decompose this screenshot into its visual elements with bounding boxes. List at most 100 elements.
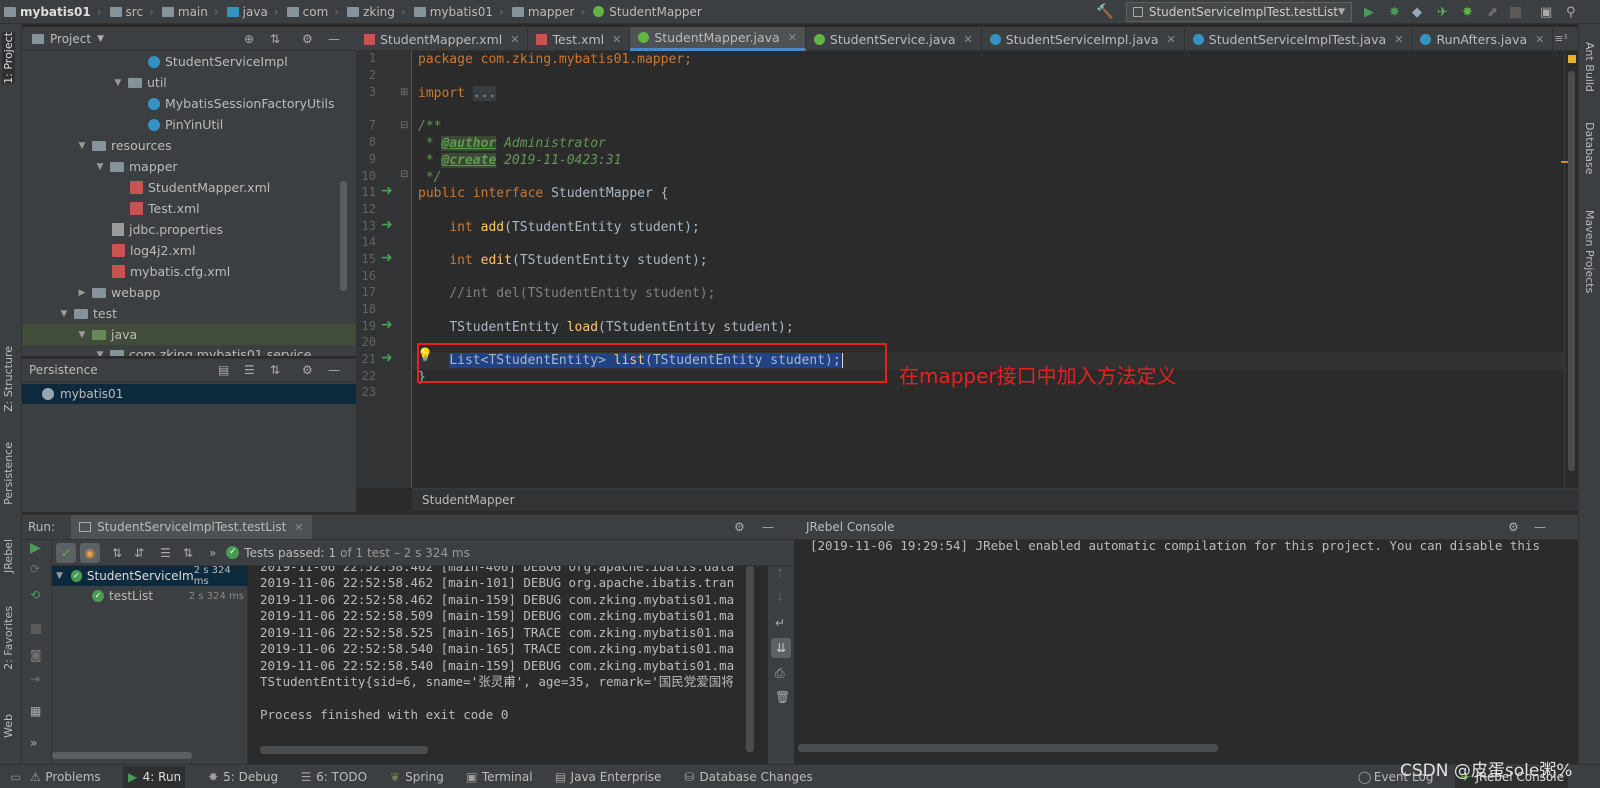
close-icon[interactable]: ✕ (788, 31, 797, 44)
stop-icon[interactable] (1510, 7, 1521, 18)
project-tool-button[interactable]: 1: Project (2, 32, 15, 84)
scrollbar[interactable] (340, 181, 347, 291)
close-icon[interactable]: ✕ (1535, 33, 1544, 46)
arrow-down-icon[interactable]: ↓ (775, 590, 785, 604)
implemented-arrow-icon[interactable]: ➜ (381, 217, 393, 233)
tab-studentmapper-java[interactable]: StudentMapper.java ✕ (630, 27, 806, 51)
close-icon[interactable]: ✕ (963, 33, 972, 46)
exit-icon[interactable]: ⇥ (30, 672, 40, 686)
tree-item[interactable]: ▼ test (58, 303, 117, 324)
jrebel-run-icon[interactable]: ✈ (1437, 5, 1451, 20)
arrow-up-icon[interactable]: ↑ (775, 566, 785, 580)
list-item[interactable]: mybatis01 (22, 384, 356, 404)
chevron-down-icon[interactable]: ▼ (58, 309, 70, 319)
breadcrumb-main[interactable]: main › (158, 5, 223, 19)
more-icon[interactable]: » (209, 546, 216, 560)
spring-tool-button[interactable]: ❦ Spring (389, 770, 444, 784)
fold-icon[interactable]: ⊞ (400, 87, 408, 98)
tree-item[interactable]: jdbc.properties (112, 219, 223, 240)
debug-icon[interactable]: ✸ (1389, 5, 1403, 20)
sort-duration-icon[interactable]: ⇵ (134, 546, 144, 560)
structure-tool-button[interactable]: Z: Structure (2, 346, 15, 412)
editor-scrollbar[interactable] (1561, 51, 1578, 488)
hide-icon[interactable]: — (762, 520, 774, 534)
coverage-icon[interactable]: ◆ (1412, 5, 1426, 20)
run-tool-button[interactable]: ▶ 4: Run (122, 765, 186, 788)
scrollbar[interactable] (260, 746, 428, 754)
breadcrumb-mybatis01[interactable]: mybatis01 › (410, 5, 508, 19)
tree-item[interactable]: PinYinUtil (148, 114, 223, 135)
breadcrumb-java[interactable]: java › (223, 5, 283, 19)
chevron-down-icon[interactable]: ▼ (112, 78, 124, 88)
toggle-autotest-icon[interactable]: ⟲ (30, 588, 40, 602)
attach-icon[interactable]: ⬈ (1487, 5, 1501, 20)
gear-icon[interactable]: ⚙ (302, 32, 313, 46)
diagram-icon[interactable]: ▤ (218, 363, 229, 377)
tab-studentmapper-xml[interactable]: StudentMapper.xml ✕ (356, 27, 529, 51)
run-tab[interactable]: StudentServiceImplTest.testList ✕ (71, 515, 312, 539)
jrebel-tool-button[interactable]: JRebel (2, 539, 15, 573)
rerun-icon[interactable]: ▶ (30, 540, 41, 556)
terminal-tool-button[interactable]: ▣ Terminal (466, 770, 532, 784)
chevron-down-icon[interactable]: ▼ (56, 571, 67, 581)
tree-item[interactable]: MybatisSessionFactoryUtils (148, 93, 335, 114)
breadcrumb-project[interactable]: mybatis01 › (0, 5, 106, 19)
tree-item[interactable]: ▼ resources (76, 135, 172, 156)
implemented-arrow-icon[interactable]: ➜ (381, 350, 393, 366)
breadcrumb-com[interactable]: com › (283, 5, 343, 19)
print-icon[interactable]: ⎙ (775, 666, 785, 681)
tree-item[interactable]: mybatis.cfg.xml (112, 261, 230, 282)
scrollbar[interactable] (52, 752, 192, 759)
collapse-all-icon[interactable]: ⇅ (183, 546, 193, 560)
problems-tool-button[interactable]: ⚠ Problems (29, 770, 101, 784)
database-changes-tool-button[interactable]: ⛁ Database Changes (683, 770, 812, 784)
close-icon[interactable]: ✕ (1394, 33, 1403, 46)
hide-icon[interactable]: — (328, 32, 340, 46)
implemented-arrow-icon[interactable]: ➜ (381, 317, 393, 333)
project-structure-icon[interactable]: ▣ (1540, 5, 1554, 20)
warning-marker[interactable] (1568, 55, 1576, 63)
chevron-down-icon[interactable]: ▼ (76, 141, 88, 151)
tree-item[interactable]: StudentMapper.xml (130, 177, 270, 198)
breadcrumb-item[interactable]: StudentMapper (422, 493, 515, 507)
trash-icon[interactable]: 🗑 (775, 690, 790, 704)
close-icon[interactable]: ✕ (294, 521, 303, 534)
debug-tool-button[interactable]: ✸ 5: Debug (207, 770, 278, 784)
search-icon[interactable]: ⚲ (1566, 5, 1580, 20)
breadcrumb-studentmapper[interactable]: StudentMapper (589, 5, 706, 19)
run-icon[interactable]: ▶ (1364, 5, 1378, 20)
layout-icon[interactable]: ▦ (30, 704, 41, 718)
java-enterprise-tool-button[interactable]: ▤ Java Enterprise (555, 770, 662, 784)
run-configuration-select[interactable]: StudentServiceImplTest.testList ▼ (1126, 2, 1352, 22)
scroll-to-end-icon[interactable]: ⇊ (771, 638, 791, 658)
scrollbar[interactable] (798, 744, 1218, 752)
tree-item[interactable]: ▼ mapper (94, 156, 178, 177)
tree-item[interactable]: ▼ ✓ StudentServiceIm 2 s 324 ms (52, 565, 248, 587)
close-icon[interactable]: ✕ (1167, 33, 1176, 46)
chevron-down-icon[interactable]: ▼ (76, 330, 88, 340)
fold-icon[interactable]: ⊟ (400, 169, 408, 180)
gear-icon[interactable]: ⚙ (734, 520, 745, 534)
tree-item[interactable]: log4j2.xml (112, 240, 195, 261)
soft-wrap-icon[interactable]: ↵ (775, 616, 785, 630)
breadcrumb-zking[interactable]: zking › (343, 5, 410, 19)
camera-icon[interactable]: ◙ (30, 648, 42, 662)
jrebel-debug-icon[interactable]: ✸ (1462, 5, 1476, 20)
collapse-icon[interactable]: ⇅ (270, 32, 280, 46)
run-console[interactable]: 2019-11-06 22:52:58.462 [main-406] DEBUG… (248, 566, 768, 764)
folded-imports[interactable]: ... (472, 86, 497, 101)
implemented-arrow-icon[interactable]: ➜ (381, 250, 393, 266)
tab-studentserviceimpl-java[interactable]: StudentServiceImpl.java ✕ (982, 27, 1185, 51)
todo-tool-button[interactable]: ☰ 6: TODO (300, 770, 367, 784)
tab-list-icon[interactable]: ≡¹ (1554, 27, 1578, 50)
implemented-arrow-icon[interactable]: ➜ (381, 183, 393, 199)
tab-runafters-java[interactable]: RunAfters.java ✕ (1412, 27, 1554, 51)
layout-icon[interactable]: ▭ (10, 770, 21, 784)
show-ignored-icon[interactable]: ◉ (80, 542, 100, 563)
tree-item[interactable]: ▶ webapp (76, 282, 161, 303)
code-editor[interactable]: package com.zking.mybatis01.mapper; impo… (412, 51, 1564, 488)
gear-icon[interactable]: ⚙ (302, 363, 313, 377)
hide-icon[interactable]: — (1534, 520, 1546, 534)
tree-item[interactable]: ▼ java (22, 324, 356, 345)
chevron-down-icon[interactable]: ▼ (97, 34, 104, 44)
